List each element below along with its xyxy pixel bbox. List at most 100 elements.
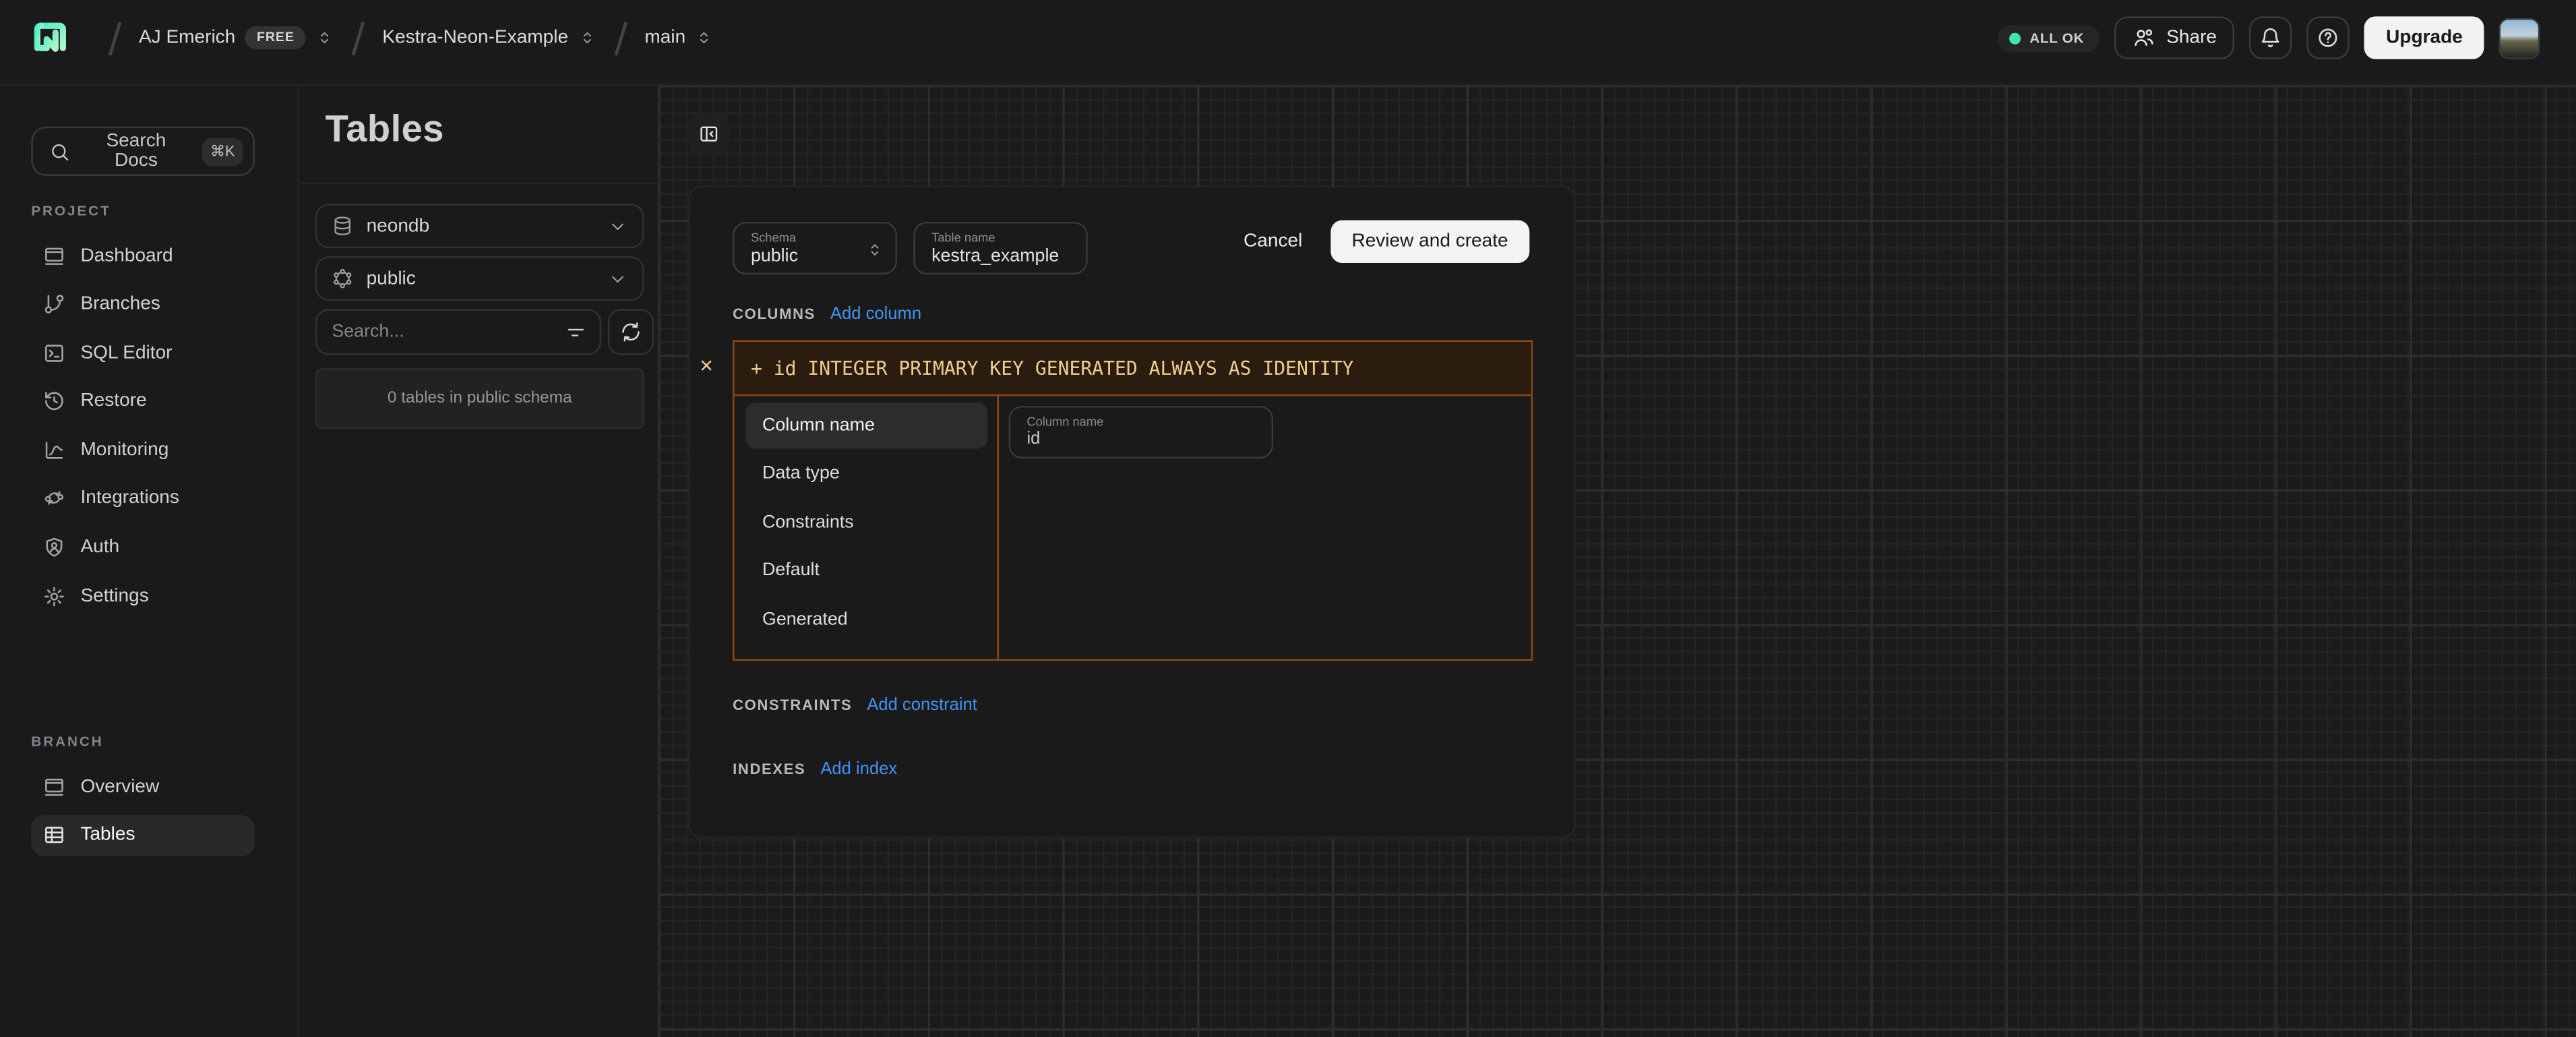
table-name-field[interactable]: Table name kestra_example — [913, 222, 1087, 274]
dashboard-icon — [42, 244, 65, 267]
org-selector[interactable]: AJ Emerich FREE — [139, 26, 334, 49]
cancel-button[interactable]: Cancel — [1244, 232, 1302, 251]
main-canvas: Schema public Table name kestra_example … — [658, 86, 2576, 1037]
table-name-label: Table name — [931, 230, 1086, 245]
neon-logo-icon[interactable] — [31, 19, 69, 57]
sql-editor-icon — [42, 341, 65, 364]
sidebar-item-tables[interactable]: Tables — [31, 814, 255, 856]
selector-updown-icon — [866, 238, 884, 261]
upgrade-button[interactable]: Upgrade — [2364, 16, 2484, 59]
avatar[interactable] — [2498, 18, 2540, 59]
column-name-input[interactable]: Column name id — [1009, 406, 1273, 458]
status-text: ALL OK — [2029, 30, 2084, 46]
sidebar-item-branches[interactable]: Branches — [31, 284, 255, 325]
tables-search-input[interactable] — [332, 322, 565, 342]
selector-updown-icon — [696, 26, 714, 49]
settings-icon — [42, 585, 65, 608]
branches-icon — [42, 293, 65, 316]
tab-constraints[interactable]: Constraints — [746, 499, 987, 545]
selector-updown-icon — [578, 26, 596, 49]
constraints-section-header: CONSTRAINTS Add constraint — [733, 695, 977, 715]
page-title: Tables — [326, 107, 657, 151]
column-editor-body: Column name Data type Constraints Defaul… — [735, 396, 1531, 659]
overview-icon — [42, 775, 65, 798]
schema-icon — [332, 268, 353, 289]
columns-section-label: COLUMNS — [733, 305, 816, 322]
selector-updown-icon — [316, 26, 334, 49]
column-ddl-preview: + id INTEGER PRIMARY KEY GENERATED ALWAY… — [735, 342, 1531, 396]
refresh-tables-button[interactable] — [608, 309, 654, 355]
neon-console: AJ Emerich FREE Kestra-Neon-Example main… — [0, 0, 2576, 1037]
panel-collapse-icon — [698, 121, 720, 146]
status-dot-icon — [2010, 32, 2021, 44]
add-constraint-link[interactable]: Add constraint — [867, 695, 977, 715]
sidebar-item-settings[interactable]: Settings — [31, 576, 255, 617]
status-badge[interactable]: ALL OK — [1998, 24, 2099, 51]
review-and-create-button[interactable]: Review and create — [1330, 220, 1530, 263]
schema-name: public — [367, 269, 416, 289]
org-name: AJ Emerich — [139, 28, 235, 47]
remove-column-button[interactable]: × — [692, 350, 721, 380]
breadcrumb-separator — [614, 21, 626, 55]
collapse-panel-button[interactable] — [688, 113, 729, 154]
indexes-section-label: INDEXES — [733, 761, 805, 777]
column-editor-content: Column name id — [999, 396, 1531, 659]
sidebar-item-label: Monitoring — [80, 440, 168, 460]
top-bar: AJ Emerich FREE Kestra-Neon-Example main… — [0, 0, 2576, 86]
share-label: Share — [2166, 28, 2217, 47]
sidebar-item-restore[interactable]: Restore — [31, 381, 255, 422]
sidebar-item-label: SQL Editor — [80, 343, 172, 363]
filter-icon[interactable] — [565, 322, 587, 343]
sidebar-item-sql-editor[interactable]: SQL Editor — [31, 332, 255, 374]
sidebar-item-label: Integrations — [80, 489, 179, 508]
columns-section-header: COLUMNS Add column — [733, 304, 921, 324]
schema-select[interactable]: public — [315, 256, 644, 301]
sidebar-item-label: Branches — [80, 295, 160, 314]
sidebar-item-dashboard[interactable]: Dashboard — [31, 235, 255, 276]
section-label-branch: BRANCH — [31, 733, 103, 749]
notifications-button[interactable] — [2250, 16, 2292, 59]
share-button[interactable]: Share — [2114, 16, 2235, 59]
section-label-project: PROJECT — [31, 202, 111, 218]
schema-field[interactable]: Schema public — [733, 222, 897, 274]
branch-selector[interactable]: main — [644, 26, 713, 49]
breadcrumb-separator — [109, 21, 121, 55]
database-name: neondb — [367, 216, 430, 236]
integrations-icon — [42, 487, 65, 510]
auth-icon — [42, 536, 65, 559]
sidebar-item-label: Overview — [80, 777, 159, 796]
add-index-link[interactable]: Add index — [820, 759, 897, 779]
tab-column-name[interactable]: Column name — [746, 402, 987, 448]
database-select[interactable]: neondb — [315, 204, 644, 248]
card-actions: Cancel Review and create — [1244, 220, 1529, 263]
breadcrumb-separator — [352, 21, 364, 55]
branch-name: main — [644, 28, 685, 47]
search-docs-button[interactable]: Search Docs ⌘K — [31, 127, 255, 176]
project-selector[interactable]: Kestra-Neon-Example — [382, 26, 596, 49]
empty-state: 0 tables in public schema — [315, 368, 644, 429]
sidebar: Search Docs ⌘K PROJECT Dashboard Branche… — [0, 86, 299, 1037]
sidebar-item-integrations[interactable]: Integrations — [31, 478, 255, 519]
plan-badge: FREE — [245, 26, 306, 49]
help-icon — [2317, 26, 2340, 49]
help-button[interactable] — [2307, 16, 2350, 59]
sidebar-item-label: Tables — [80, 825, 135, 845]
sidebar-item-auth[interactable]: Auth — [31, 527, 255, 568]
search-shortcut: ⌘K — [202, 138, 243, 165]
sidebar-item-label: Dashboard — [80, 245, 173, 265]
sidebar-item-monitoring[interactable]: Monitoring — [31, 429, 255, 471]
column-editor-tabs: Column name Data type Constraints Defaul… — [735, 396, 999, 659]
users-share-icon — [2132, 26, 2155, 49]
project-nav: Dashboard Branches SQL Editor Restore — [31, 235, 255, 624]
create-table-card: Schema public Table name kestra_example … — [688, 185, 1575, 838]
tab-data-type[interactable]: Data type — [746, 450, 987, 496]
tab-generated[interactable]: Generated — [746, 596, 987, 642]
bell-icon — [2259, 26, 2282, 49]
tab-default[interactable]: Default — [746, 547, 987, 593]
add-column-link[interactable]: Add column — [830, 304, 921, 324]
indexes-section-header: INDEXES Add index — [733, 759, 897, 779]
column-name-input-value: id — [1026, 429, 1271, 452]
tables-panel-controls: neondb public — [299, 184, 657, 429]
sidebar-item-overview[interactable]: Overview — [31, 766, 255, 807]
sidebar-item-label: Auth — [80, 537, 119, 557]
